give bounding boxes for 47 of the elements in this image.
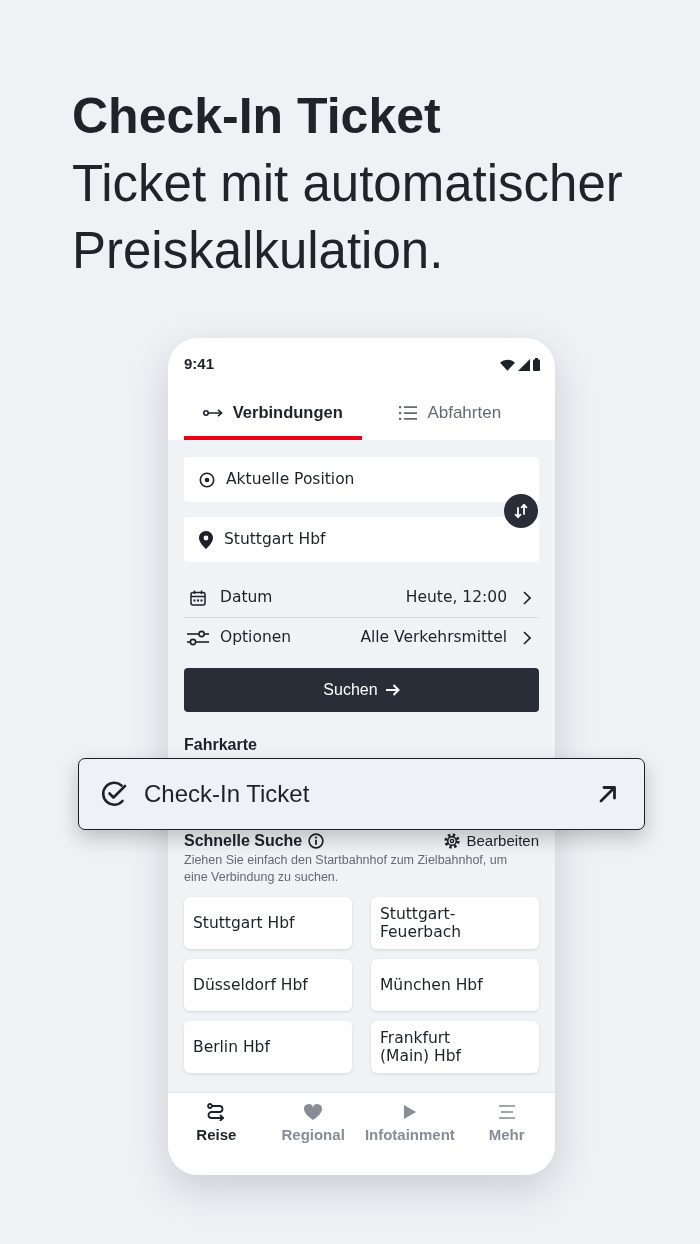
station-tile[interactable]: München Hbf — [371, 959, 539, 1011]
subheadline: Ticket mit automatischer Preiskalkulation. — [72, 154, 624, 281]
edit-button[interactable]: Bearbeiten — [444, 832, 539, 850]
station-tile[interactable]: Berlin Hbf — [184, 1021, 352, 1073]
check-circle-icon — [100, 780, 128, 808]
nav-tab[interactable]: Reise — [168, 1103, 265, 1151]
map-pin-icon — [199, 530, 213, 549]
destination-field[interactable]: Stuttgart Hbf — [184, 517, 539, 562]
sliders-icon — [187, 630, 209, 646]
location-target-icon — [199, 471, 215, 488]
chevron-right-icon[interactable] — [523, 590, 531, 605]
station-tile[interactable]: Stuttgart-Feuerbach — [371, 897, 539, 949]
origin-field[interactable]: Aktuelle Position — [184, 457, 539, 502]
station-tile[interactable]: Düsseldorf Hbf — [184, 959, 352, 1011]
headline: Check-In Ticket — [72, 87, 442, 146]
calendar-icon — [190, 589, 206, 606]
origin-input[interactable]: Aktuelle Position — [226, 467, 527, 492]
route-icon — [207, 1103, 226, 1121]
destination-input[interactable]: Stuttgart Hbf — [224, 527, 527, 552]
setting-label: Datum — [220, 586, 273, 608]
heart-icon — [304, 1104, 323, 1120]
status-time: 9:41 — [184, 354, 215, 375]
section-title: Schnelle Suche — [184, 832, 303, 850]
tab[interactable]: Abfahrten — [361, 385, 539, 440]
station-tile[interactable]: Stuttgart Hbf — [184, 897, 352, 949]
connection-arrow-icon — [202, 407, 223, 418]
hint-text: Ziehen Sie einfach den Startbahnhof zum Zielbahnhof, um eine Verbindung zu suchen. — [184, 852, 509, 886]
play-icon — [403, 1105, 416, 1119]
setting-value[interactable]: Alle Verkehrsmittel — [360, 626, 507, 650]
menu-icon — [498, 1105, 515, 1119]
ticket-card[interactable]: Check-In Ticket — [78, 758, 645, 830]
search-button[interactable]: Suchen — [184, 668, 539, 712]
chevron-right-icon[interactable] — [523, 631, 531, 645]
settings-icon — [444, 833, 461, 849]
list-icon — [399, 405, 418, 420]
setting-label: Optionen — [220, 627, 292, 649]
info-icon[interactable] — [308, 833, 325, 849]
station-tile[interactable]: Frankfurt (Main) Hbf — [371, 1021, 539, 1073]
arrow-right-icon — [385, 684, 400, 696]
arrow-up-right-icon[interactable] — [598, 784, 618, 804]
section-title: Fahrkarte — [184, 736, 258, 754]
signal-icon — [518, 358, 530, 371]
ticket-title: Check-In Ticket — [144, 779, 310, 809]
wifi-icon — [500, 358, 515, 371]
battery-icon — [533, 358, 540, 371]
swap-arrows-icon[interactable] — [513, 503, 529, 519]
setting-value[interactable]: Heute, 12:00 — [405, 585, 507, 610]
